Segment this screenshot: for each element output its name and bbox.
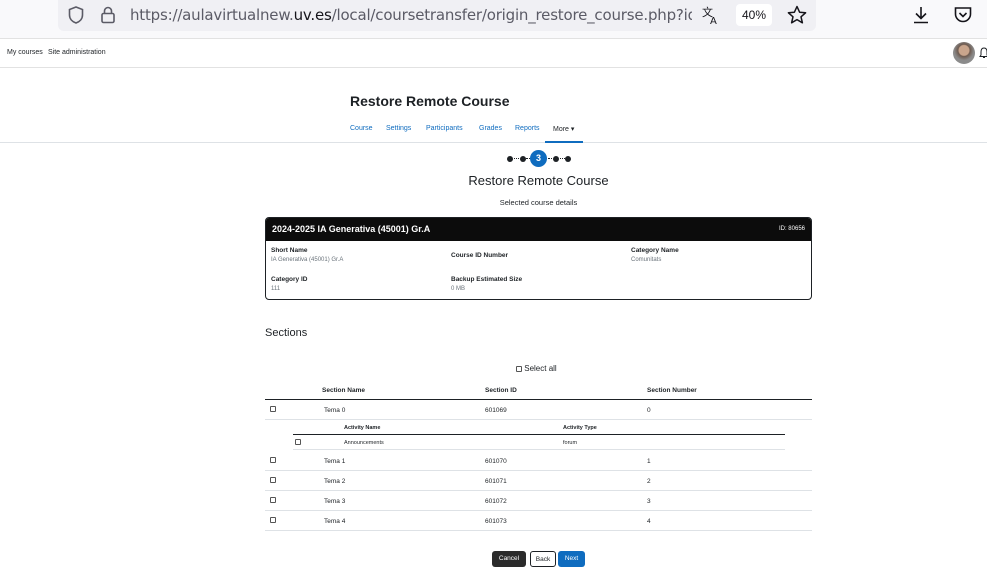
course-details-card: 2024-2025 IA Generativa (45001) Gr.A ID:… — [265, 217, 812, 300]
table-row: Tema 4 601073 4 — [265, 511, 812, 531]
url-text[interactable]: https://aulavirtualnew.uv.es/local/cours… — [130, 6, 692, 24]
section-name: Tema 1 — [324, 458, 346, 465]
section-number: 2 — [647, 478, 651, 485]
section-id: 601072 — [485, 498, 507, 505]
section-id: 601073 — [485, 518, 507, 525]
table-row: Tema 1 601070 1 — [265, 451, 812, 471]
translate-icon[interactable]: 文A — [700, 4, 722, 26]
next-button[interactable]: Next — [558, 551, 585, 567]
section-number: 0 — [647, 407, 651, 414]
course-tabs: Course Settings Participants Grades Repo… — [340, 118, 987, 143]
category-name-value: Comunitats — [631, 257, 662, 263]
tabs-divider — [0, 142, 987, 143]
sections-table-header: Section Name Section ID Section Number — [265, 386, 812, 400]
category-name-label: Category Name — [631, 247, 679, 254]
selected-course-label: Selected course details — [499, 198, 578, 207]
tab-grades[interactable]: Grades — [479, 125, 502, 132]
category-id-value: 111 — [271, 286, 281, 292]
lock-icon[interactable] — [98, 5, 118, 25]
step-dot — [507, 156, 513, 162]
active-tab-indicator — [545, 141, 583, 143]
section-checkbox[interactable] — [270, 517, 276, 523]
section-name: Tema 4 — [324, 518, 346, 525]
activity-checkbox[interactable] — [295, 439, 301, 445]
category-id-label: Category ID — [271, 276, 308, 283]
tab-participants[interactable]: Participants — [426, 125, 463, 132]
section-checkbox[interactable] — [270, 497, 276, 503]
bookmark-star-icon[interactable] — [786, 4, 808, 26]
section-id: 601071 — [485, 478, 507, 485]
step-dot — [520, 156, 526, 162]
bell-icon[interactable] — [979, 47, 987, 59]
sections-heading: Sections — [265, 327, 308, 339]
course-id-number-label: Course ID Number — [451, 252, 509, 259]
url-prefix: https://aulavirtualnew. — [130, 6, 294, 24]
card-course-id: ID: 80656 — [778, 226, 805, 232]
tab-reports[interactable]: Reports — [515, 125, 540, 132]
short-name-value: IA Generativa (45001) Gr.A — [271, 257, 344, 263]
step-connector — [548, 158, 552, 159]
step-connector — [514, 158, 519, 159]
tab-course[interactable]: Course — [350, 125, 373, 132]
select-all[interactable]: Select all — [516, 364, 557, 373]
table-row: Tema 0 601069 0 — [265, 400, 812, 420]
section-number: 1 — [647, 458, 651, 465]
avatar[interactable] — [953, 42, 975, 64]
shield-icon[interactable] — [66, 5, 86, 25]
course-title: Restore Remote Course — [350, 93, 510, 109]
activity-name: Announcements — [344, 440, 384, 446]
backup-size-value: 0 MB — [451, 286, 466, 292]
section-checkbox[interactable] — [270, 457, 276, 463]
table-row: Tema 2 601071 2 — [265, 471, 812, 491]
section-number: 3 — [647, 498, 651, 505]
activity-type: forum — [563, 440, 578, 446]
column-header: Section Number — [647, 387, 697, 394]
column-header: Activity Type — [563, 425, 597, 431]
zoom-level[interactable]: 40% — [736, 4, 772, 26]
svg-text:A: A — [710, 16, 717, 26]
select-all-label: Select all — [524, 364, 557, 373]
step-dot — [565, 156, 571, 162]
tab-more[interactable]: More ▾ — [553, 125, 574, 133]
download-icon[interactable] — [910, 4, 932, 26]
step-dot — [553, 156, 559, 162]
section-name: Tema 2 — [324, 478, 346, 485]
pocket-icon[interactable] — [952, 4, 974, 26]
back-button[interactable]: Back — [530, 551, 556, 567]
section-name: Tema 0 — [324, 407, 346, 414]
section-name: Tema 3 — [324, 498, 346, 505]
column-header: Section Name — [322, 387, 365, 394]
page-heading: Restore Remote Course — [468, 173, 609, 188]
column-header: Activity Name — [344, 425, 381, 431]
card-header: 2024-2025 IA Generativa (45001) Gr.A ID:… — [266, 218, 811, 241]
section-id: 601070 — [485, 458, 507, 465]
card-title: 2024-2025 IA Generativa (45001) Gr.A — [272, 224, 431, 234]
table-row: Tema 3 601072 3 — [265, 491, 812, 511]
short-name-label: Short Name — [271, 247, 308, 254]
activity-row: Announcements forum — [293, 435, 785, 450]
column-header: Section ID — [485, 387, 517, 394]
select-all-checkbox[interactable] — [516, 365, 522, 372]
nav-site-administration[interactable]: Site administration — [48, 49, 106, 56]
step-indicator: 3 — [505, 150, 575, 168]
step-current: 3 — [530, 150, 547, 167]
backup-size-label: Backup Estimated Size — [451, 276, 523, 283]
section-number: 4 — [647, 518, 651, 525]
browser-toolbar: https://aulavirtualnew.uv.es/local/cours… — [0, 0, 987, 38]
url-path: /local/coursetransfer/origin_restore_cou… — [331, 6, 692, 24]
site-navbar: My courses Site administration — [0, 38, 987, 68]
tab-settings[interactable]: Settings — [386, 125, 411, 132]
section-checkbox[interactable] — [270, 477, 276, 483]
url-domain: uv.es — [293, 6, 332, 24]
section-id: 601069 — [485, 407, 507, 414]
nav-my-courses[interactable]: My courses — [7, 49, 43, 56]
activities-table-header: Activity Name Activity Type — [293, 423, 785, 435]
cancel-button[interactable]: Cancel — [492, 551, 526, 567]
section-checkbox[interactable] — [270, 406, 276, 412]
